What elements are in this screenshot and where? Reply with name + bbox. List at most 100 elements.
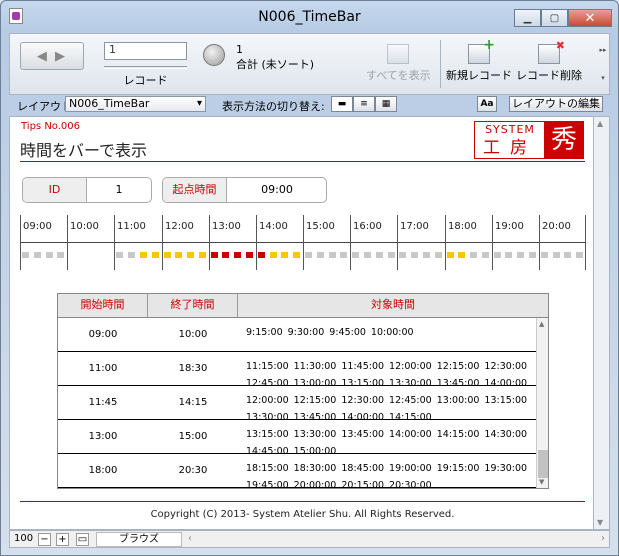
scroll-down-icon[interactable]: ▼ <box>597 518 603 527</box>
id-field[interactable]: 1 <box>87 178 151 202</box>
table-view-icon[interactable]: ▦ <box>375 96 397 112</box>
hour-tick <box>445 215 446 270</box>
table-row[interactable]: 11:45 14:15 12:00:00 12:15:00 12:30:00 1… <box>58 386 536 420</box>
time-slot-segment <box>270 252 277 258</box>
layout-bar: レイアウト: N006_TimeBar 表示方法の切り替え: ▬ ≡ ▦ Aa … <box>9 95 610 115</box>
hour-tick <box>539 215 540 270</box>
time-slot-segment <box>222 252 229 258</box>
system-kobo-shu-logo: SYSTEM 工房 秀 <box>474 121 584 159</box>
hour-label: 15:00 <box>306 221 335 232</box>
hour-tick <box>256 215 257 270</box>
portal-scrollbar[interactable]: ▲ ▼ <box>536 318 548 488</box>
scroll-up-icon[interactable]: ▲ <box>539 320 544 328</box>
record-navigation-book-icon[interactable]: ◀ ▶ <box>20 42 84 70</box>
hour-label: 19:00 <box>495 221 524 232</box>
record-label: レコード <box>123 74 168 87</box>
logo-kobo-text: 工房 <box>483 138 537 158</box>
row-end-time[interactable]: 14:15 <box>148 386 238 419</box>
time-slot-segment <box>164 252 171 258</box>
record-number-input[interactable]: 1 <box>104 42 187 60</box>
header-end-time: 終了時間 <box>148 294 238 318</box>
delete-record-button[interactable]: レコード削除 <box>516 39 582 83</box>
table-row[interactable]: 13:00 15:00 13:15:00 13:30:00 13:45:00 1… <box>58 420 536 454</box>
hscroll-right-icon[interactable]: › <box>601 533 605 544</box>
layout-dropdown[interactable]: N006_TimeBar <box>65 96 206 112</box>
row-target-times[interactable]: 9:15:00 9:30:00 9:45:00 10:00:00 <box>246 318 536 351</box>
hour-label: 18:00 <box>448 221 477 232</box>
hscroll-left-icon[interactable]: ‹ <box>188 533 192 544</box>
scroll-down-icon[interactable]: ▼ <box>539 478 544 486</box>
table-row[interactable]: 18:00 20:30 18:15:00 18:30:00 18:45:00 1… <box>58 454 536 488</box>
edit-layout-button[interactable]: レイアウトの編集 <box>509 96 603 112</box>
time-slot-segment <box>411 252 418 258</box>
record-slider[interactable] <box>104 66 187 69</box>
hour-tick <box>350 215 351 270</box>
found-label: 合計 (未ソート) <box>236 58 315 71</box>
row-end-time[interactable]: 20:30 <box>148 454 238 487</box>
text-formatting-button[interactable]: Aa <box>477 96 497 112</box>
hour-tick <box>162 215 163 270</box>
time-slot-segment <box>458 252 465 258</box>
row-start-time[interactable]: 13:00 <box>58 420 148 453</box>
hour-label: 16:00 <box>353 221 382 232</box>
logo-shu-text: 秀 <box>544 122 584 158</box>
scroll-up-icon[interactable]: ▲ <box>597 119 603 128</box>
close-button[interactable]: ✕ <box>568 9 612 27</box>
delete-record-label: レコード削除 <box>516 69 582 82</box>
mode-popup[interactable]: ブラウズ <box>96 532 182 547</box>
start-time-field[interactable]: 09:00 <box>227 178 326 202</box>
status-toolbar: ◀ ▶ 1 レコード 1 合計 (未ソート) すべてを表示 新規レコード レコー… <box>9 33 610 95</box>
row-end-time[interactable]: 15:00 <box>148 420 238 453</box>
time-slot-segment <box>423 252 430 258</box>
maximize-button[interactable]: ▢ <box>541 9 568 27</box>
time-slot-segment <box>211 252 218 258</box>
row-target-times[interactable]: 12:00:00 12:15:00 12:30:00 12:45:00 13:0… <box>246 386 536 419</box>
found-set-pie-icon[interactable] <box>203 44 225 66</box>
row-start-time[interactable]: 09:00 <box>58 318 148 351</box>
form-view-icon[interactable]: ▬ <box>331 96 353 112</box>
portal-scroll-thumb[interactable] <box>538 450 548 478</box>
show-all-button[interactable]: すべてを表示 <box>366 44 431 83</box>
hour-tick <box>209 215 210 270</box>
hour-label: 17:00 <box>400 221 429 232</box>
time-slot-segment <box>388 252 395 258</box>
hour-label: 13:00 <box>212 221 241 232</box>
zoom-in-icon[interactable]: + <box>56 533 69 546</box>
time-slot-segment <box>435 252 442 258</box>
hour-label: 09:00 <box>23 221 52 232</box>
time-slot-segment <box>399 252 406 258</box>
time-slot-segment <box>140 252 147 258</box>
page-title: 時間をバーで表示 <box>20 141 148 160</box>
time-slot-segment <box>317 252 324 258</box>
content-scrollbar[interactable]: ▲ ▼ <box>594 116 610 530</box>
row-end-time[interactable]: 10:00 <box>148 318 238 351</box>
time-slot-segment <box>329 252 336 258</box>
tips-number: Tips No.006 <box>21 121 81 132</box>
time-slot-segment <box>116 252 123 258</box>
table-row[interactable]: 09:00 10:00 9:15:00 9:30:00 9:45:00 10:0… <box>58 318 536 352</box>
time-slot-segment <box>34 252 41 258</box>
row-end-time[interactable]: 18:30 <box>148 352 238 385</box>
row-start-time[interactable]: 18:00 <box>58 454 148 487</box>
row-target-times[interactable]: 11:15:00 11:30:00 11:45:00 12:00:00 12:1… <box>246 352 536 385</box>
time-slot-segment <box>482 252 489 258</box>
hour-tick <box>114 215 115 270</box>
zoom-out-icon[interactable]: − <box>38 533 51 546</box>
layout-content: Tips No.006 時間をバーで表示 SYSTEM 工房 秀 ID 1 起点… <box>9 116 594 530</box>
toggle-toolbar-icon[interactable]: ▭ <box>76 533 89 546</box>
title-divider <box>20 161 585 162</box>
toolbar-overflow-icon[interactable]: ▸▸ ▾ <box>599 36 607 92</box>
row-target-times[interactable]: 13:15:00 13:30:00 13:45:00 14:00:00 14:1… <box>246 420 536 453</box>
hour-tick <box>492 215 493 270</box>
list-view-icon[interactable]: ≡ <box>353 96 375 112</box>
new-record-button[interactable]: 新規レコード <box>446 37 512 83</box>
footer-divider <box>20 501 585 502</box>
zoom-level[interactable]: 100 <box>14 533 33 544</box>
minimize-button[interactable]: ▁ <box>514 9 541 27</box>
table-row[interactable]: 11:00 18:30 11:15:00 11:30:00 11:45:00 1… <box>58 352 536 386</box>
row-start-time[interactable]: 11:00 <box>58 352 148 385</box>
row-start-time[interactable]: 11:45 <box>58 386 148 419</box>
row-target-times[interactable]: 18:15:00 18:30:00 18:45:00 19:00:00 19:1… <box>246 454 536 487</box>
found-count: 1 <box>236 43 243 56</box>
hour-label: 11:00 <box>117 221 146 232</box>
